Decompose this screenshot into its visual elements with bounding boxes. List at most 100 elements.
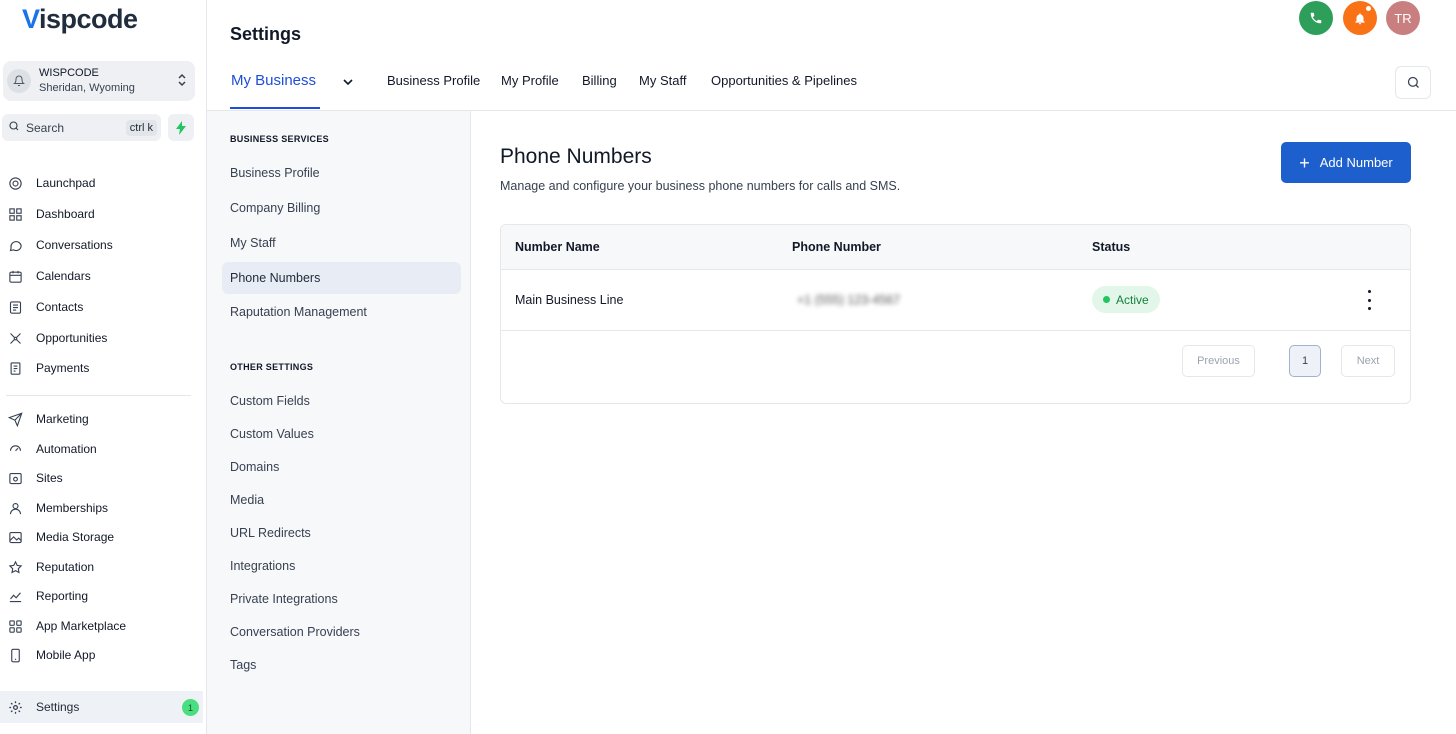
search-shortcut: ctrl k [125,119,157,136]
settings-tabs: My Business Business Profile My Profile … [207,60,1456,111]
contacts-icon [6,298,24,316]
image-icon [6,528,24,546]
tab-my-profile[interactable]: My Profile [501,73,559,88]
sidebar-item-label: Mobile App [36,648,96,662]
location-sub: Sheridan, Wyoming [39,82,135,94]
subnav-heading-business: BUSINESS SERVICES [230,134,329,144]
status-label: Active [1116,292,1149,307]
phone-icon [1310,12,1322,24]
sidebar-item-label: Payments [36,361,90,375]
subnav-heading-other: OTHER SETTINGS [230,362,314,372]
tab-my-business[interactable]: My Business [231,72,316,89]
chevron-down-icon[interactable] [342,75,354,93]
dashboard-icon [6,205,24,223]
cell-number-name: Main Business Line [515,293,624,307]
updown-chevron-icon [177,73,187,92]
section-subtitle: Manage and configure your business phone… [500,179,901,193]
grid-icon [6,617,24,635]
sidebar-item-label: Settings [36,700,80,714]
subnav-item-private-integrations[interactable]: Private Integrations [222,583,461,615]
sidebar-item-contacts[interactable]: Contacts [6,295,196,319]
pagination-previous-button[interactable]: Previous [1182,345,1255,377]
pagination-next-button[interactable]: Next [1341,345,1395,377]
sidebar-item-dashboard[interactable]: Dashboard [6,202,196,226]
tab-opportunities-pipelines[interactable]: Opportunities & Pipelines [711,73,857,88]
add-number-label: Add Number [1319,155,1393,170]
mobile-icon [6,646,24,664]
chat-icon [6,236,24,254]
send-icon [6,410,24,428]
subnav-item-reputation-management[interactable]: Raputation Management [222,296,461,328]
sidebar-item-label: Automation [36,442,97,456]
subnav-item-company-billing[interactable]: Company Billing [222,192,461,224]
notification-dot [1366,6,1371,11]
table-header: Number Name Phone Number Status [501,225,1410,270]
gear-icon [6,698,24,716]
subnav-item-integrations[interactable]: Integrations [222,550,461,582]
sites-icon [6,469,24,487]
status-badge: Active [1092,286,1160,313]
subnav-item-business-profile[interactable]: Business Profile [222,157,461,189]
quick-action-button[interactable] [168,114,194,141]
sidebar-search[interactable]: Search ctrl k [2,114,161,141]
sidebar-item-label: Opportunities [36,331,108,345]
sidebar-item-mobile-app[interactable]: Mobile App [6,643,196,667]
location-name: WISPCODE [39,67,99,79]
sidebar-item-app-marketplace[interactable]: App Marketplace [6,614,196,638]
sidebar-item-marketing[interactable]: Marketing [6,407,196,431]
sidebar-item-label: Reputation [36,560,95,574]
user-icon [6,499,24,517]
location-switcher[interactable]: WISPCODE Sheridan, Wyoming [3,61,195,101]
opportunities-icon [6,329,24,347]
sidebar-item-label: App Marketplace [36,619,127,633]
sidebar-item-opportunities[interactable]: Opportunities [6,326,196,350]
settings-subnav: BUSINESS SERVICES Business Profile Compa… [207,111,471,734]
sidebar-item-reporting[interactable]: Reporting [6,584,196,608]
sidebar-item-settings[interactable]: Settings 1 [0,691,203,723]
subnav-item-custom-fields[interactable]: Custom Fields [222,385,461,417]
phone-button[interactable] [1299,1,1333,35]
cell-phone-number: +1 (555) 123-4567 [797,293,901,307]
chart-icon [6,587,24,605]
nav-divider [6,395,191,396]
notifications-button[interactable] [1343,1,1377,35]
subnav-item-my-staff[interactable]: My Staff [222,227,461,259]
more-options-icon[interactable] [1361,290,1377,310]
sidebar-item-sites[interactable]: Sites [6,466,196,490]
sidebar-item-label: Conversations [36,238,113,252]
subnav-item-tags[interactable]: Tags [222,649,461,681]
sidebar-item-media-storage[interactable]: Media Storage [6,525,196,549]
sidebar-item-conversations[interactable]: Conversations [6,233,196,257]
sidebar-item-payments[interactable]: Payments [6,356,196,380]
star-icon [6,558,24,576]
subnav-item-conversation-providers[interactable]: Conversation Providers [222,616,461,648]
table-row[interactable]: Main Business Line +1 (555) 123-4567 Act… [501,270,1410,331]
subnav-item-phone-numbers[interactable]: Phone Numbers [222,262,461,294]
avatar[interactable]: TR [1386,1,1420,35]
add-number-button[interactable]: + Add Number [1281,142,1411,183]
header-search-button[interactable] [1395,66,1431,99]
sidebar-item-memberships[interactable]: Memberships [6,496,196,520]
sidebar-item-calendars[interactable]: Calendars [6,264,196,288]
sidebar-item-automation[interactable]: Automation [6,437,196,461]
sidebar-item-label: Reporting [36,589,89,603]
search-label: Search [26,120,65,135]
sidebar-item-label: Calendars [36,269,91,283]
subnav-item-url-redirects[interactable]: URL Redirects [222,517,461,549]
sidebar-item-label: Dashboard [36,207,95,221]
sidebar-item-launchpad[interactable]: Launchpad [6,171,196,195]
sidebar-item-reputation[interactable]: Reputation [6,555,196,579]
subnav-item-domains[interactable]: Domains [222,451,461,483]
pagination-page-button[interactable]: 1 [1289,345,1321,377]
column-header-phone-number: Phone Number [792,240,881,254]
tab-billing[interactable]: Billing [582,73,617,88]
payments-icon [6,359,24,377]
sidebar-item-label: Launchpad [36,176,96,190]
launchpad-icon [6,174,24,192]
subnav-item-media[interactable]: Media [222,484,461,516]
tab-business-profile[interactable]: Business Profile [387,73,480,88]
subnav-item-custom-values[interactable]: Custom Values [222,418,461,450]
tab-my-staff[interactable]: My Staff [639,73,686,88]
calendar-icon [6,267,24,285]
sidebar-item-label: Sites [36,471,63,485]
